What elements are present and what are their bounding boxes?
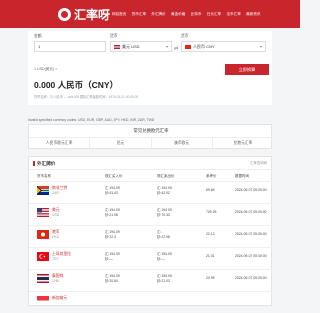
rates-header: 外汇牌价 汇率查询网 [29, 157, 273, 170]
buy-cash-rate: 钞:20.84 [105, 279, 118, 283]
swap-icon[interactable]: ⇄ [174, 46, 178, 52]
buy-cash-rate: 钞:21.98 [105, 213, 118, 217]
south-africa-flag-icon [37, 186, 49, 195]
table-row[interactable]: 南非兰特 ZAR 汇:194.09 钞:41.43 汇:194.09 钞:42.… [29, 181, 273, 203]
top-header: 汇率呀 网站首页 货币汇率 外汇牌价 黄金价格 比特币 日元汇率 法币汇率 最新… [0, 0, 300, 28]
currency-code: HKD [52, 235, 60, 239]
col-header-buy: 现汇买入价 [105, 174, 123, 178]
forex-rates-panel: 外汇牌价 汇率查询网 货币名称 现汇买入价 现汇卖出价 参考价 数据时间 南非兰… [28, 156, 273, 306]
unit-rate-text: 1 USD(美元) = [34, 67, 58, 71]
sell-rate: 汇:194.09 [157, 208, 172, 212]
buy-cash-rate: 钞:— [105, 257, 113, 261]
buy-rate: 汇:194.09 [105, 252, 120, 256]
sell-rate: 汇:194.09 [157, 274, 172, 278]
col-header-name: 货币名称 [37, 174, 51, 178]
reference-rate: 21.01 [206, 254, 215, 258]
update-time: 2024-09-07 05:30:00 [235, 188, 267, 192]
hong-kong-flag-icon [37, 230, 49, 239]
to-currency-value: 人民币 CNY [193, 43, 215, 49]
update-time: 2024-09-07 05:30:00 [235, 276, 267, 280]
update-time: 2024-09-07 05:30:00 [235, 232, 267, 236]
reference-rate: 69.69 [206, 188, 215, 192]
converter-panel: 金额 1 货币 美元 USD ⇄ 货币 人民币 CNY 1 USD(美元) = … [28, 31, 272, 105]
amount-label: 金额 [34, 34, 42, 38]
nav-item-home[interactable]: 网站首页 [112, 12, 126, 17]
table-row[interactable]: 新加坡元 [29, 291, 273, 313]
nav-item-forex[interactable]: 外汇牌价 [151, 12, 165, 17]
hot-pairs-title: 常见兑换欧元汇率 [133, 128, 169, 133]
nav-item-jpy[interactable]: 日元汇率 [207, 12, 221, 17]
title-accent-bar [33, 161, 35, 166]
logo-text: 汇率呀 [74, 7, 111, 22]
cn-flag-icon [185, 44, 191, 49]
nav-item-fiat[interactable]: 法币汇率 [226, 12, 240, 17]
hot-pair-link[interactable]: 澳币欧元 [152, 138, 213, 148]
conversion-result: 0.000 人民币（CNY） [34, 80, 119, 90]
site-logo[interactable]: 汇率呀 [58, 6, 110, 22]
rates-title: 外汇牌价 [37, 161, 56, 166]
sell-cash-rate: 钞:21.03 [157, 279, 170, 283]
currency-code: THB [52, 279, 59, 283]
col-header-time: 数据时间 [235, 174, 249, 178]
rate-info: 货币名称：与人民币 ↔ unit.000 国际汇率最新时间：1970-01-01… [34, 95, 139, 99]
reference-rate: 709.25 [206, 210, 217, 214]
turkey-flag-icon [37, 252, 49, 261]
sell-cash-rate: 钞:— [157, 257, 165, 261]
currency-code: TRY [52, 257, 59, 261]
singapore-flag-icon [37, 296, 49, 305]
us-flag-icon [114, 44, 120, 49]
sell-rate: 汇:194.09 [157, 186, 172, 190]
buy-cash-rate: 钞:22.3 [105, 235, 116, 239]
nav-item-news[interactable]: 最新资讯 [246, 12, 260, 17]
nav-item-bitcoin[interactable]: 比特币 [191, 12, 202, 17]
amount-value: 1 [38, 44, 41, 49]
hot-pairs-panel: 常见兑换欧元汇率 人民币欧元汇率 兑元 澳币欧元 兑港元汇率 [28, 124, 273, 149]
chevron-down-icon [260, 45, 262, 48]
sell-cash-rate: 钞:22.98 [157, 235, 170, 239]
buy-rate: 汇:194.09 [105, 208, 120, 212]
sell-cash-rate: 钞:70.33 [157, 213, 170, 217]
table-row[interactable]: 美元 USD 汇:194.09 钞:21.98 汇:194.09 钞:70.33… [29, 203, 273, 225]
from-currency-select[interactable]: 美元 USD [110, 41, 172, 52]
hot-pair-link[interactable]: 兑元 [90, 138, 152, 148]
update-time: 2024-09-07 05:30:00 [235, 210, 267, 214]
to-currency-select[interactable]: 人民币 CNY [181, 41, 266, 52]
table-row[interactable]: 泰国铢 THB 汇:194.09 钞:20.84 汇:194.09 钞:21.0… [29, 269, 273, 291]
update-time: 2024-09-07 05:30:00 [235, 254, 267, 258]
hot-pair-link[interactable]: 兑港元汇率 [213, 138, 273, 148]
sell-cash-rate: 钞:42.02 [157, 191, 170, 195]
currency-code: USD [52, 213, 60, 217]
buy-rate: 汇:194.09 [105, 274, 120, 278]
sell-rate: 汇:- [157, 230, 163, 234]
buy-rate: 汇:194.09 [105, 230, 120, 234]
col-header-ref: 参考价 [206, 174, 217, 178]
buy-rate: 汇:194.09 [105, 186, 120, 190]
site-watermark: 汇率查询网 [250, 161, 267, 165]
us-flag-icon [37, 208, 49, 217]
sell-rate: 汇:194.09 [157, 252, 172, 256]
table-row[interactable]: 港币 HKD 汇:194.09 钞:22.3 汇:- 钞:22.98 22.13… [29, 225, 273, 247]
from-currency-value: 美元 USD [122, 43, 140, 49]
thailand-flag-icon [37, 274, 49, 283]
currency-code: ZAR [52, 191, 59, 195]
nav-item-currency-rates[interactable]: 货币汇率 [132, 12, 146, 17]
logo-icon [58, 7, 71, 21]
convert-button[interactable]: 立即换算 [225, 64, 269, 75]
reference-rate: 20.99 [206, 276, 215, 280]
table-row[interactable]: 土耳其里拉 TRY 汇:194.09 钞:— 汇:194.09 钞:— 21.0… [29, 247, 273, 269]
invalid-currency-message: Invalid specified currency codes: USD, E… [28, 118, 155, 122]
col-header-sell: 现汇卖出价 [157, 174, 175, 178]
main-nav: 网站首页 货币汇率 外汇牌价 黄金价格 比特币 日元汇率 法币汇率 最新资讯 [112, 0, 266, 28]
currency-name[interactable]: 新加坡元 [52, 296, 67, 301]
chevron-down-icon [166, 45, 168, 48]
hot-pair-link[interactable]: 人民币欧元汇率 [29, 138, 91, 148]
nav-item-gold[interactable]: 黄金价格 [171, 12, 185, 17]
reference-rate: 22.13 [206, 232, 215, 236]
to-currency-label: 货币 [181, 34, 189, 38]
amount-input[interactable]: 1 [34, 41, 106, 52]
hot-pairs-grid: 人民币欧元汇率 兑元 澳币欧元 兑港元汇率 [29, 137, 273, 148]
from-currency-label: 货币 [110, 34, 118, 38]
buy-cash-rate: 钞:41.43 [105, 191, 118, 195]
